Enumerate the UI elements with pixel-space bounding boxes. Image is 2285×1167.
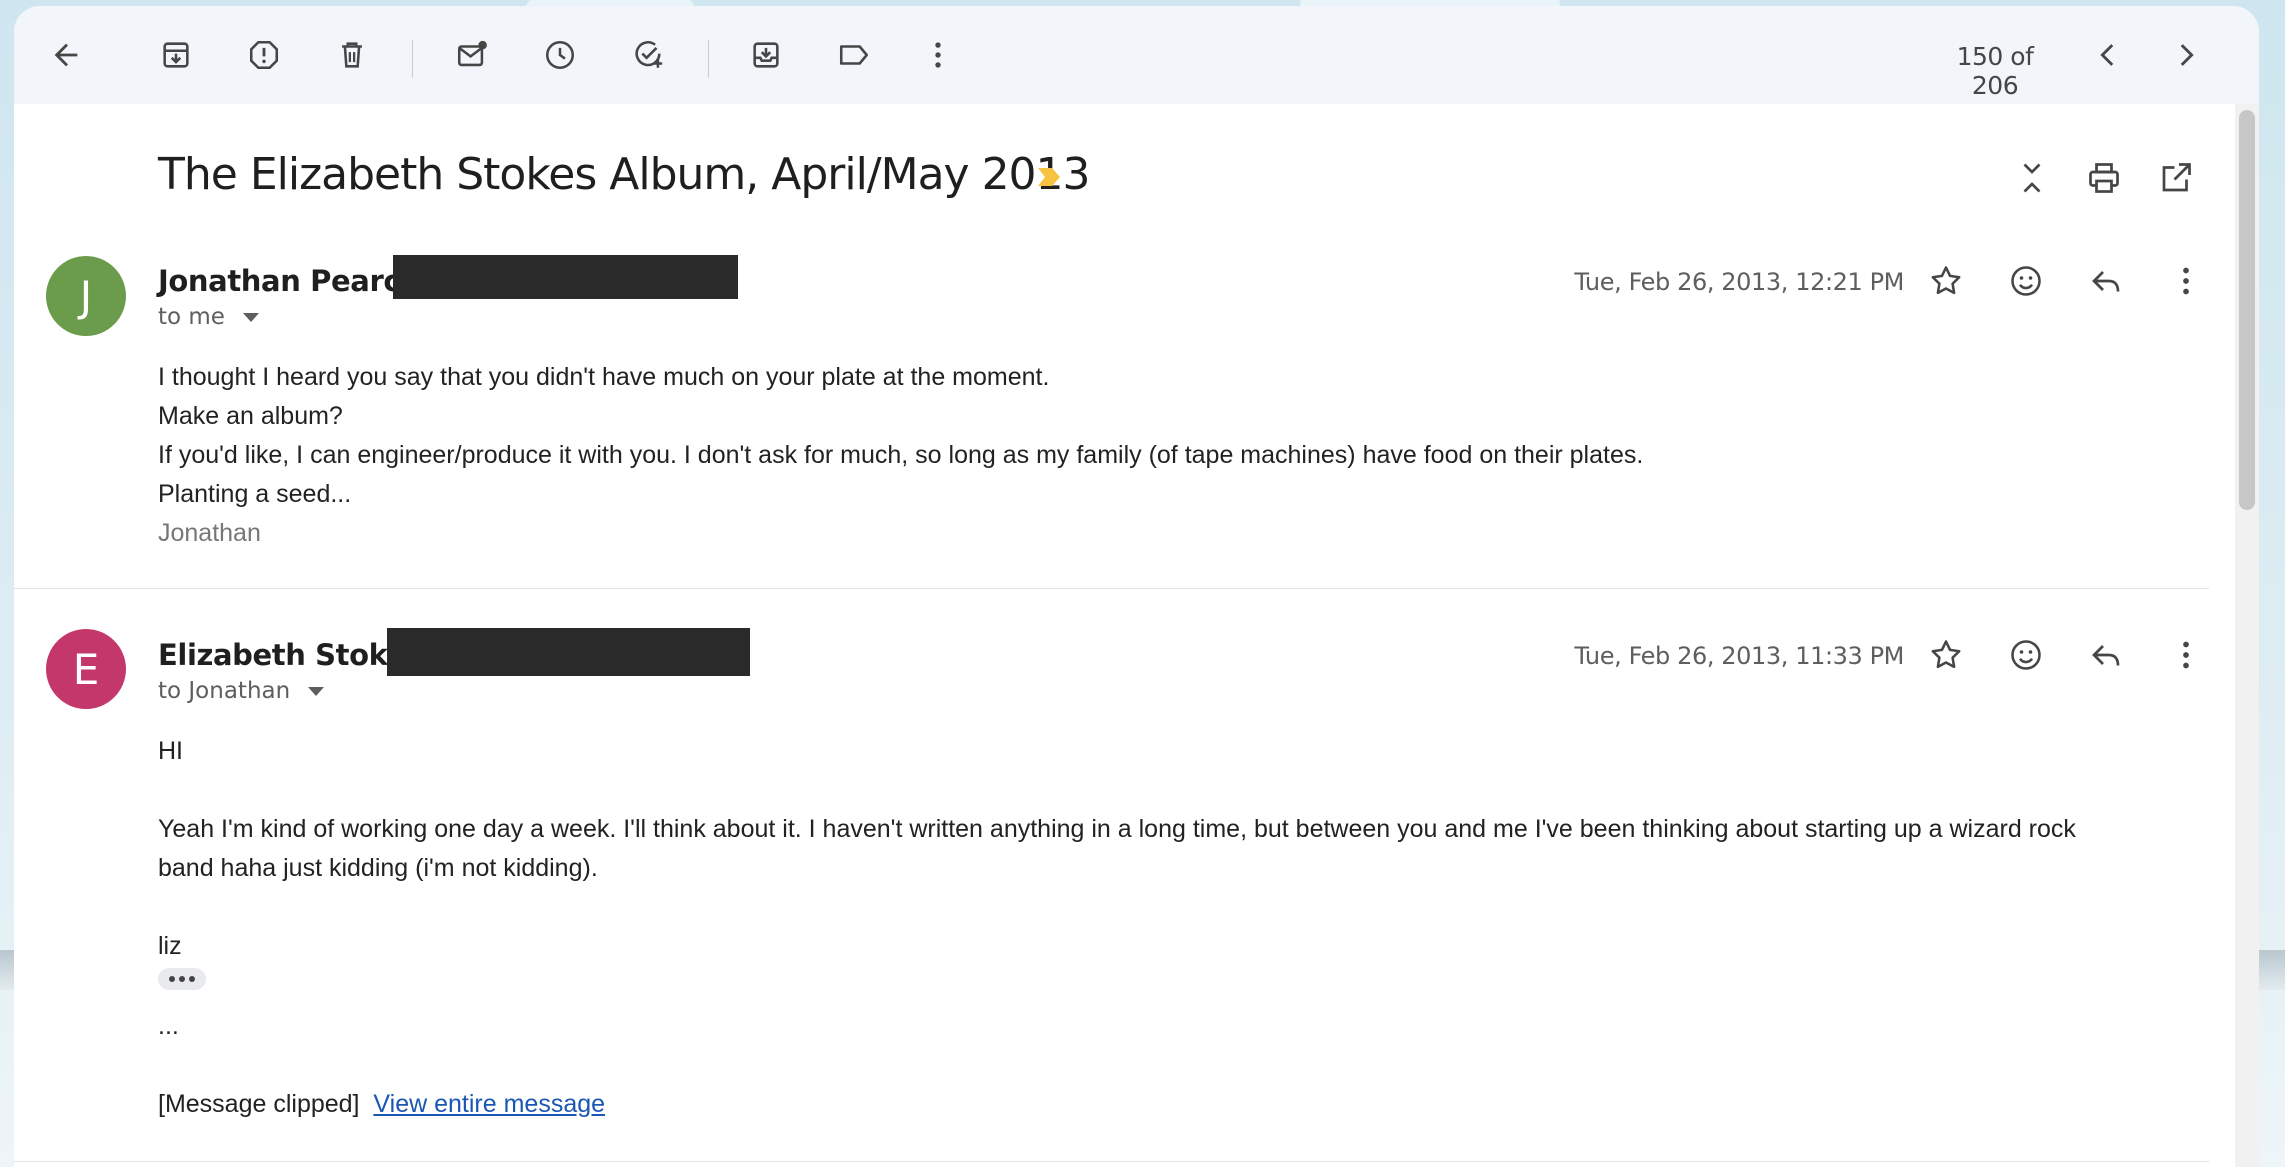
message-body-line: I thought I heard you say that you didn'… (158, 363, 1050, 391)
message-body-line: Yeah I'm kind of working one day a week.… (158, 815, 2076, 843)
add-to-tasks-button[interactable] (624, 31, 672, 79)
avatar[interactable]: J (46, 256, 126, 336)
report-icon (249, 40, 279, 70)
archive-icon (163, 42, 189, 68)
newer-button[interactable] (2084, 31, 2132, 79)
message-date: Tue, Feb 26, 2013, 11:33 PM (1574, 642, 1904, 670)
scrollbar[interactable] (2235, 104, 2259, 1167)
move-to-button[interactable] (742, 31, 790, 79)
add-task-icon (635, 41, 663, 68)
star-icon (1931, 266, 1961, 295)
dot (179, 976, 185, 982)
sender-name: Elizabeth Stokes (158, 638, 423, 672)
toolbar-separator (708, 40, 709, 78)
signature: Jonathan (158, 519, 261, 547)
older-button[interactable] (2162, 31, 2210, 79)
chevron-left-icon (2100, 44, 2114, 66)
thread-subject: The Elizabeth Stokes Album, April/May 20… (158, 149, 1091, 200)
more-options-button[interactable] (914, 31, 962, 79)
message-more-button[interactable] (2162, 257, 2210, 305)
labels-button[interactable] (830, 31, 878, 79)
trash-icon (342, 42, 362, 68)
message-date: Tue, Feb 26, 2013, 12:21 PM (1574, 268, 1904, 296)
chevron-right-icon (2180, 44, 2194, 66)
collapse-all-button[interactable] (2008, 154, 2056, 202)
add-reaction-button[interactable] (2002, 257, 2050, 305)
message-body-line: band haha just kidding (i'm not kidding)… (158, 854, 598, 882)
recipient-line: to Jonathan (158, 678, 325, 704)
redacted-email (393, 255, 738, 299)
dot (189, 976, 195, 982)
clipped-text: [Message clipped] (158, 1090, 360, 1118)
show-details-icon[interactable] (242, 312, 259, 322)
avatar[interactable]: E (46, 629, 126, 709)
show-details-icon[interactable] (308, 686, 325, 696)
toolbar-separator (412, 40, 413, 78)
message-body-line: ... (158, 1012, 179, 1040)
more-vert-icon (2183, 267, 2189, 295)
arrow-back-icon (54, 43, 78, 67)
email-panel: 150 of 206 The Elizabeth Stokes Album, A… (14, 6, 2259, 1167)
sender-name: Jonathan Pearce (158, 264, 420, 298)
message-body-line: Make an album? (158, 402, 343, 430)
more-vert-icon (2183, 641, 2189, 669)
more-vert-icon (935, 42, 941, 68)
message-body-line: Planting a seed... (158, 480, 352, 508)
importance-marker-icon[interactable] (1036, 166, 1062, 188)
redacted-email (387, 628, 750, 676)
open-new-window-button[interactable] (2152, 154, 2200, 202)
view-entire-message-link[interactable]: View entire message (373, 1090, 605, 1118)
dot (169, 976, 175, 982)
message-counter: 150 of 206 (1956, 42, 2034, 100)
mark-unread-icon (457, 40, 487, 67)
emoji-icon (2011, 640, 2041, 670)
scrollbar-thumb[interactable] (2239, 110, 2255, 510)
message-divider (14, 588, 2209, 589)
reply-button[interactable] (2082, 257, 2130, 305)
star-button[interactable] (1922, 631, 1970, 679)
recipient-text: to me (158, 304, 225, 330)
clipped-notice: [Message clipped] View entire message (158, 1090, 605, 1119)
show-trimmed-content-button[interactable] (158, 968, 206, 990)
clock-icon (545, 40, 575, 70)
recipient-text: to Jonathan (158, 678, 291, 704)
star-button[interactable] (1922, 257, 1970, 305)
toolbar: 150 of 206 (14, 6, 2259, 104)
message-body-line: If you'd like, I can engineer/produce it… (158, 441, 1644, 469)
star-icon (1931, 640, 1961, 669)
emoji-icon (2011, 266, 2041, 296)
reply-icon (2092, 645, 2120, 666)
signature: liz (158, 932, 182, 960)
snooze-button[interactable] (536, 31, 584, 79)
print-icon (2089, 163, 2119, 193)
message-more-button[interactable] (2162, 631, 2210, 679)
unfold-less-icon (2023, 163, 2041, 193)
delete-button[interactable] (328, 31, 376, 79)
archive-button[interactable] (152, 31, 200, 79)
recipient-line: to me (158, 304, 259, 330)
add-reaction-button[interactable] (2002, 631, 2050, 679)
message-body-line: HI (158, 737, 183, 765)
open-in-new-icon (2162, 163, 2191, 192)
message-divider (14, 1161, 2209, 1162)
reply-icon (2092, 271, 2120, 292)
label-icon (839, 45, 869, 65)
reply-button[interactable] (2082, 631, 2130, 679)
move-to-inbox-icon (753, 42, 779, 68)
mark-unread-button[interactable] (448, 31, 496, 79)
back-button[interactable] (42, 31, 90, 79)
report-spam-button[interactable] (240, 31, 288, 79)
print-button[interactable] (2080, 154, 2128, 202)
